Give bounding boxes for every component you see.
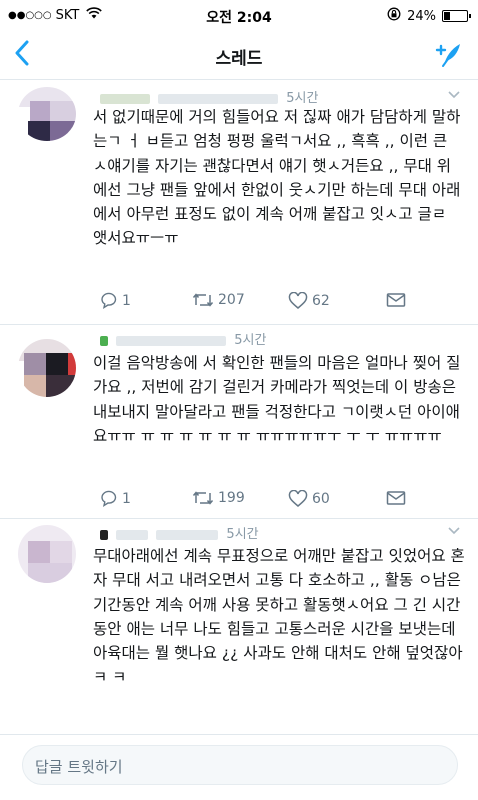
- avatar-blur: [30, 101, 50, 123]
- avatar[interactable]: [18, 339, 76, 397]
- handle-blur: [156, 529, 219, 540]
- dm-share-button[interactable]: [386, 490, 406, 506]
- avatar-blur: [24, 375, 46, 397]
- tweet-actions: 1 207 62: [100, 292, 430, 314]
- like-count: 60: [312, 491, 330, 507]
- handle-blur: [116, 529, 149, 540]
- retweet-icon: [192, 491, 214, 505]
- envelope-icon: [386, 293, 406, 307]
- tweet[interactable]: 5시간 서 없기때문에 거의 힘들어요 저 짆짜 애가 담담하게 말하는ㄱ ㅓ …: [0, 81, 478, 325]
- handle-blur: [158, 93, 279, 104]
- retweet-button[interactable]: 199: [192, 490, 245, 506]
- retweet-count: 207: [218, 292, 245, 308]
- tweet-time: 5시간: [226, 527, 259, 542]
- retweet-count: 199: [218, 490, 245, 506]
- chevron-down-icon[interactable]: [448, 523, 460, 539]
- avatar-blur: [50, 101, 76, 123]
- avatar-blur: [68, 353, 76, 375]
- page-title: 스레드: [215, 49, 263, 69]
- compose-tweet-button[interactable]: [434, 40, 462, 68]
- tweet-actions: 1 199 60: [100, 490, 430, 512]
- battery-level: [444, 12, 450, 20]
- avatar[interactable]: [18, 87, 76, 141]
- avatar-blur: [50, 541, 72, 563]
- retweet-icon: [192, 293, 214, 307]
- orientation-lock-icon: [387, 7, 401, 25]
- envelope-icon: [386, 491, 406, 505]
- tweet[interactable]: 5시간 이걸 음악방송에 서 확인한 팬들의 마음은 얼마나 찢어 질가요 ,,…: [0, 325, 478, 519]
- chevron-down-icon[interactable]: [448, 87, 460, 103]
- battery-percent: 24%: [407, 8, 436, 24]
- username-blur: [100, 93, 150, 104]
- avatar-blur: [28, 541, 50, 563]
- reply-icon: [101, 292, 117, 309]
- reply-bar: 답글 트윗하기: [0, 734, 478, 800]
- avatar-blur: [28, 563, 72, 583]
- tweet[interactable]: 5시간 무대아래에선 계속 무표정으로 어깨만 붙잡고 잇었어요 혼자 무대 서…: [0, 519, 478, 734]
- tweet-meta: 5시간: [100, 329, 267, 348]
- status-right: 24%: [387, 7, 471, 25]
- compose-tweet-icon: [435, 44, 460, 67]
- avatar-blur: [24, 353, 46, 375]
- heart-icon: [288, 292, 308, 309]
- like-button[interactable]: 60: [288, 490, 330, 508]
- username-blur: [100, 529, 108, 540]
- tweet-text: 이걸 음악방송에 서 확인한 팬들의 마음은 얼마나 찢어 질가요 ,, 저번에…: [93, 354, 461, 445]
- navigation-bar: 스레드: [0, 30, 478, 80]
- tweet-text: 서 없기때문에 거의 힘들어요 저 짆짜 애가 담담하게 말하는ㄱ ㅓ ㅂ듣고 …: [93, 108, 461, 248]
- tweet-time: 5시간: [286, 91, 319, 106]
- reply-input[interactable]: 답글 트윗하기: [22, 745, 458, 785]
- tweet-meta: 5시간: [100, 87, 319, 106]
- heart-icon: [288, 490, 308, 507]
- reply-count: 1: [122, 292, 131, 309]
- dm-share-button[interactable]: [386, 292, 406, 308]
- avatar-blur: [46, 353, 68, 375]
- tweet-text: 무대아래에선 계속 무표정으로 어깨만 붙잡고 잇었어요 혼자 무대 서고 내려…: [93, 547, 465, 687]
- username-blur: [100, 335, 108, 346]
- tweet-time: 5시간: [234, 333, 267, 348]
- handle-blur: [116, 335, 227, 346]
- tweet-meta: 5시간: [100, 523, 259, 542]
- reply-icon: [101, 490, 117, 507]
- status-bar: ●●○○○ SKT 오전 2:04 24%: [0, 0, 478, 30]
- like-count: 62: [312, 293, 330, 309]
- avatar[interactable]: [18, 525, 76, 583]
- avatar-blur: [28, 121, 50, 141]
- battery-icon: [442, 10, 471, 22]
- like-button[interactable]: 62: [288, 292, 330, 310]
- avatar-blur: [46, 375, 76, 397]
- reply-count: 1: [122, 490, 131, 507]
- avatar-blur: [50, 121, 76, 141]
- reply-button[interactable]: 1: [100, 292, 131, 309]
- retweet-button[interactable]: 207: [192, 292, 245, 308]
- reply-button[interactable]: 1: [100, 490, 131, 507]
